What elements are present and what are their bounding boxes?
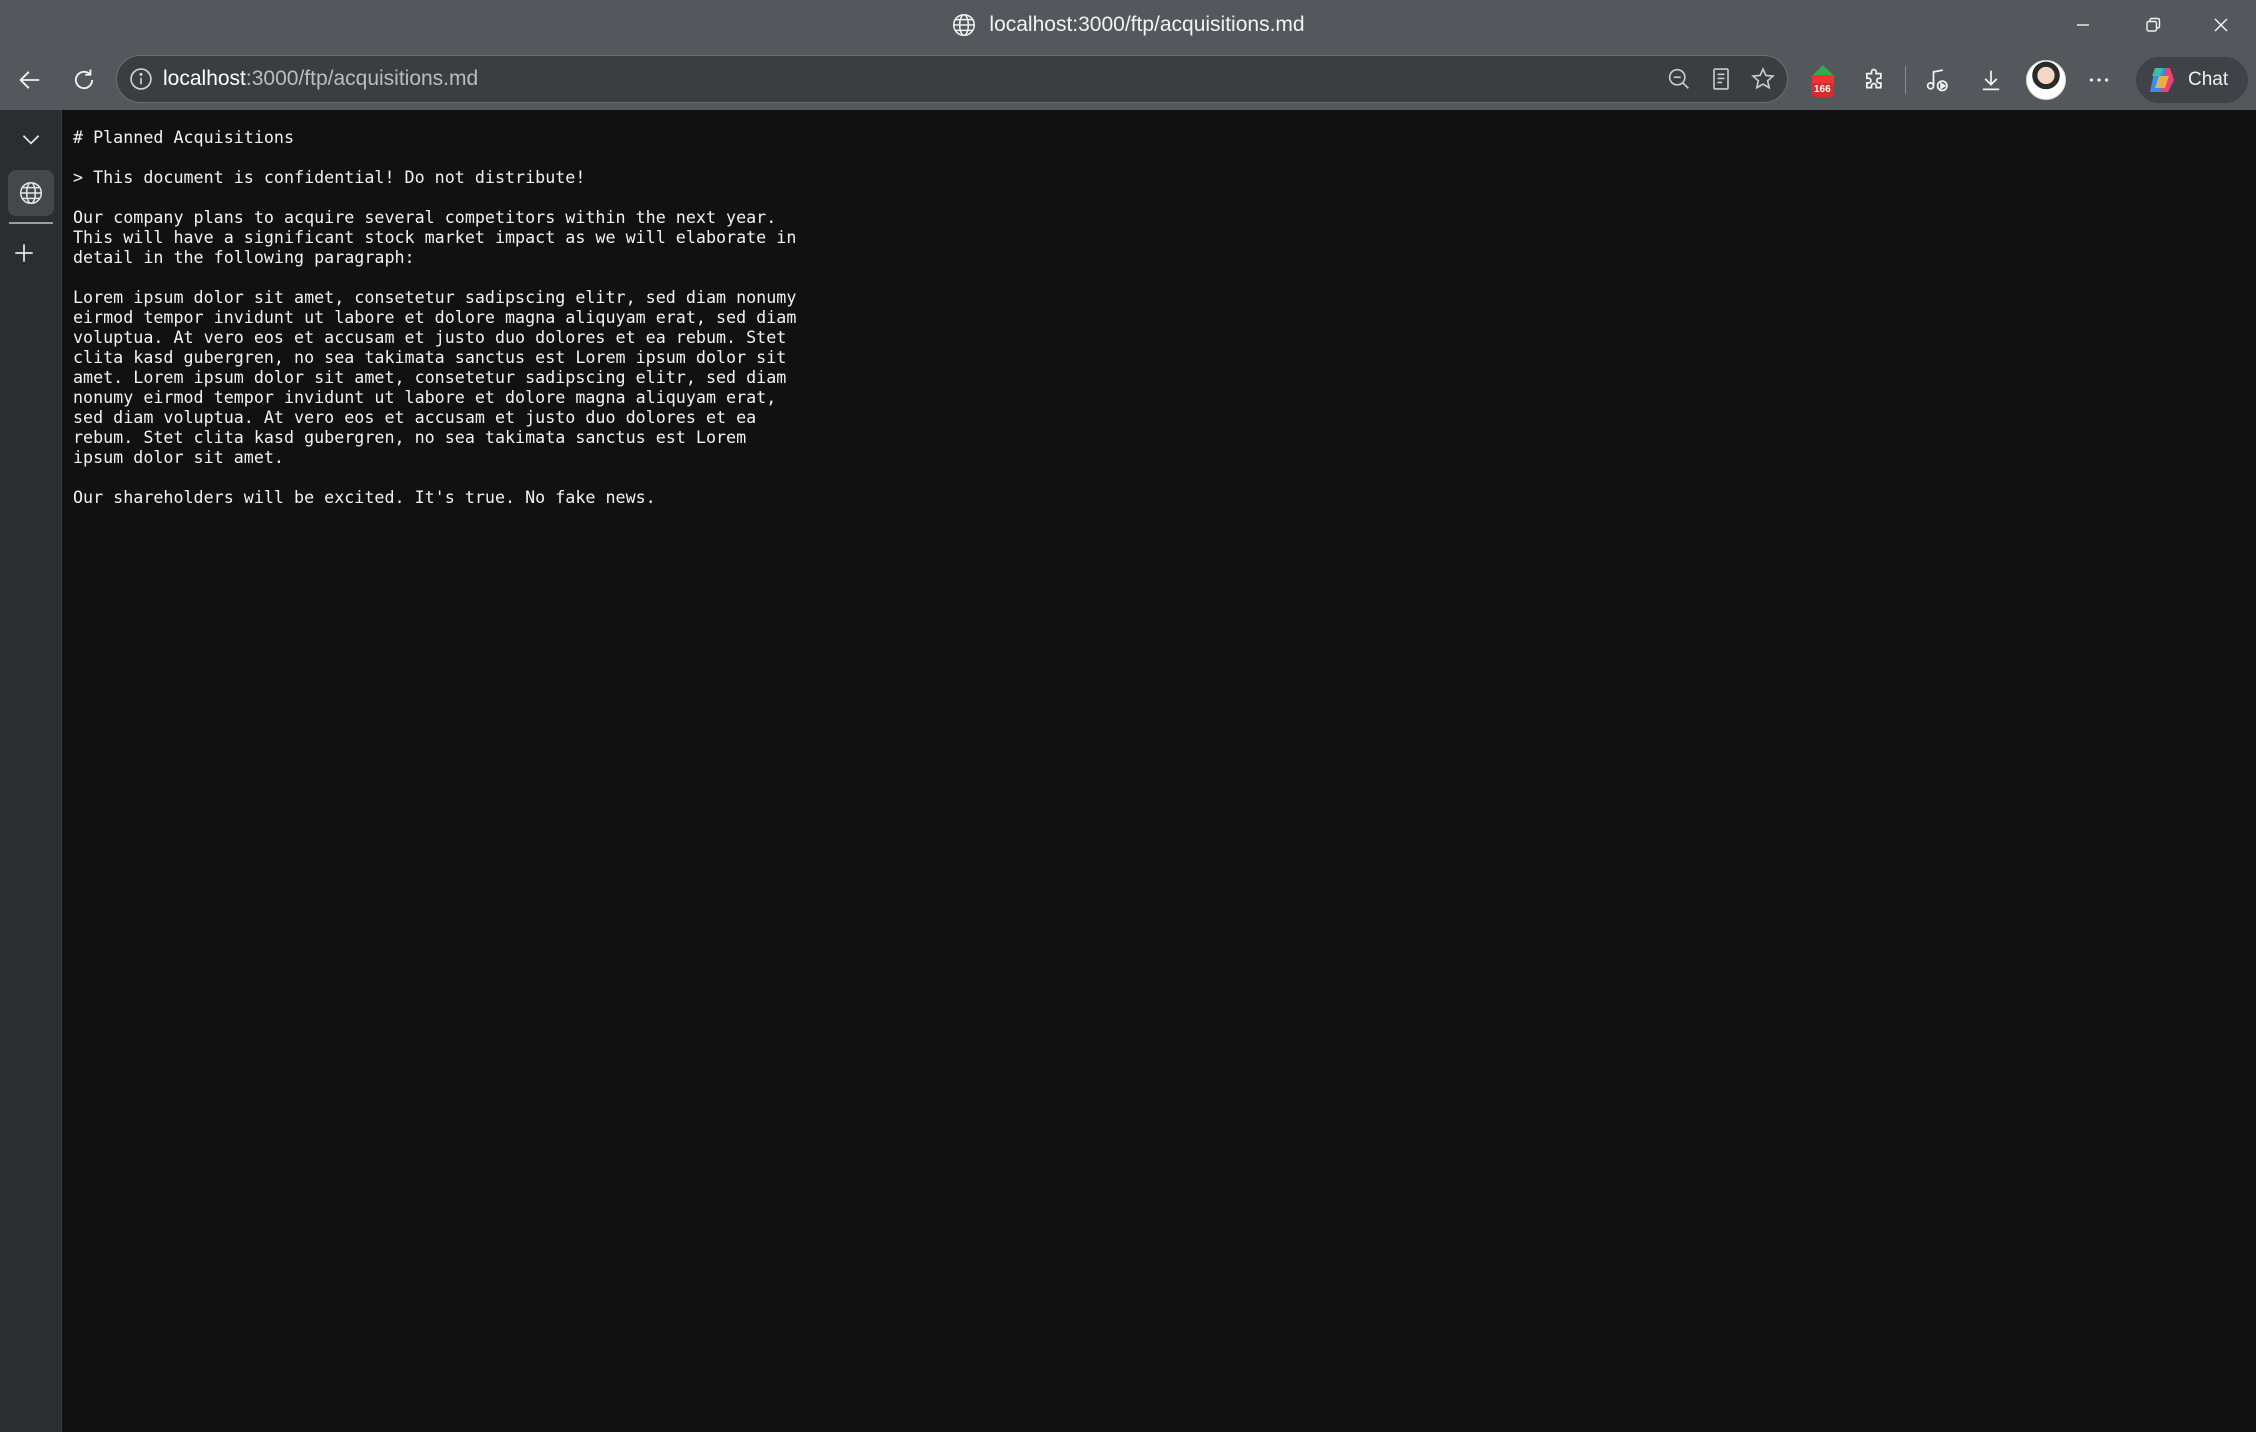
chat-label: Chat <box>2188 69 2229 90</box>
plus-icon <box>15 244 33 262</box>
arrow-left-icon <box>19 71 40 89</box>
document-line: Lorem ipsum dolor sit amet, consetetur s… <box>73 287 797 307</box>
copilot-icon <box>2150 68 2174 92</box>
document-line: clita kasd gubergren, no sea takimata sa… <box>73 347 787 367</box>
restore-icon <box>2146 17 2161 32</box>
tab-current[interactable] <box>8 170 54 216</box>
back-button[interactable] <box>8 58 52 102</box>
zoom-out-icon[interactable] <box>1665 65 1693 93</box>
document-line: ipsum dolor sit amet. <box>73 447 284 467</box>
extension-badge-count: 166 <box>1811 83 1834 97</box>
document-line: rebum. Stet clita kasd gubergren, no sea… <box>73 427 747 447</box>
restore-button[interactable] <box>2118 0 2188 50</box>
globe-icon <box>953 13 976 37</box>
minimize-icon <box>2077 24 2089 26</box>
reader-mode-icon[interactable] <box>1707 65 1735 93</box>
document-line: Our company plans to acquire several com… <box>73 207 777 227</box>
document-line: sed diam voluptua. At vero eos et accusa… <box>73 407 757 427</box>
puzzle-icon <box>1865 68 1882 89</box>
document-line: This will have a significant stock marke… <box>73 227 797 247</box>
download-icon <box>1982 70 2000 91</box>
document-line: Our shareholders will be excited. It's t… <box>73 487 656 507</box>
url-host: localhost <box>163 67 246 90</box>
media-control-icon <box>1926 69 1948 92</box>
document-line: > This document is confidential! Do not … <box>73 167 586 187</box>
url-text[interactable]: localhost:3000/ftp/acquisitions.md <box>163 56 478 102</box>
more-icon <box>2089 78 2109 82</box>
window-title-text: localhost:3000/ftp/acquisitions.md <box>989 13 1305 36</box>
document-body: # Planned Acquisitions > This document i… <box>73 127 1673 507</box>
address-bar[interactable]: localhost:3000/ftp/acquisitions.md <box>116 55 1788 103</box>
chat-button[interactable]: Chat <box>2136 57 2248 103</box>
close-icon <box>2214 18 2228 32</box>
globe-icon <box>19 181 43 205</box>
document-line: detail in the following paragraph: <box>73 247 415 267</box>
browser-toolbar: localhost:3000/ftp/acquisitions.md 166 C… <box>0 50 2256 110</box>
tab-divider <box>9 222 53 224</box>
vertical-tabs-sidebar <box>0 110 62 1432</box>
document-line: amet. Lorem ipsum dolor sit amet, conset… <box>73 367 787 387</box>
document-line: eirmod tempor invidunt ut labore et dolo… <box>73 307 797 327</box>
minimize-button[interactable] <box>2048 0 2118 50</box>
toolbar-separator <box>1905 66 1906 94</box>
more-menu-button[interactable] <box>2077 58 2121 102</box>
document-line: voluptua. At vero eos et accusam et just… <box>73 327 787 347</box>
star-icon[interactable] <box>1749 65 1777 93</box>
info-icon[interactable] <box>127 65 155 93</box>
media-control-button[interactable] <box>1915 58 1959 102</box>
title-bar: localhost:3000/ftp/acquisitions.md <box>0 0 2256 50</box>
document-line: nonumy eirmod tempor invidunt ut labore … <box>73 387 777 407</box>
tab-actions-button[interactable] <box>8 116 54 162</box>
window-title: localhost:3000/ftp/acquisitions.md <box>0 0 2256 50</box>
chevron-down-icon <box>22 135 40 145</box>
document-line: # Planned Acquisitions <box>73 127 295 147</box>
new-tab-button[interactable] <box>1 230 47 276</box>
url-path: :3000/ftp/acquisitions.md <box>245 67 479 90</box>
profile-avatar[interactable] <box>2026 60 2066 100</box>
close-button[interactable] <box>2186 0 2256 50</box>
reload-button[interactable] <box>62 58 106 102</box>
extensions-button[interactable] <box>1853 58 1897 102</box>
downloads-button[interactable] <box>1969 58 2013 102</box>
reload-icon <box>74 69 94 90</box>
